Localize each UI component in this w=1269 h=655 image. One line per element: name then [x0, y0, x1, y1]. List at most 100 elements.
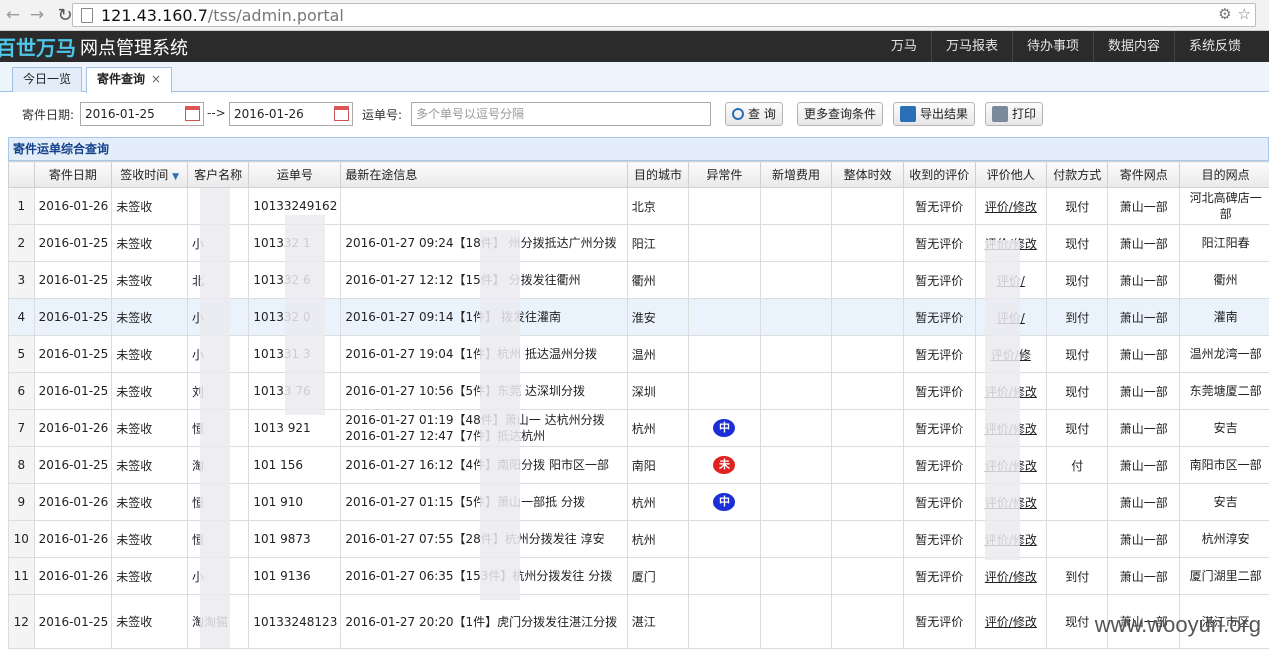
- table-row[interactable]: 7 2016-01-26 未签收恒 1013 921 2016-01-27 01:19【…: [8, 409, 1269, 447]
- date-label: 寄件日期:: [22, 108, 75, 122]
- cell-ship-date: 2016-01-26: [33, 520, 113, 558]
- more-conditions-button[interactable]: 更多查询条件: [797, 102, 884, 126]
- cell-extra-fee: [759, 261, 833, 299]
- export-button[interactable]: 导出结果: [893, 102, 976, 126]
- cell-timeliness: [831, 594, 904, 649]
- key-icon[interactable]: ⚙: [1218, 5, 1231, 23]
- col-sign-time[interactable]: 签收时间 ▼: [111, 161, 188, 188]
- cell-dest-city: 温州: [626, 335, 690, 373]
- table-row[interactable]: 3 2016-01-25 未签收北 101332 6 2016-01-27 12:12【…: [8, 261, 1269, 299]
- abnormal-badge[interactable]: 中: [713, 493, 736, 511]
- col-customer[interactable]: 客户名称: [186, 161, 250, 188]
- system-name: 网点管理系统: [80, 37, 188, 58]
- table-row[interactable]: 10 2016-01-26 未签收恒 101 9873 2016-01-27 07:55…: [8, 520, 1269, 558]
- abnormal-badge[interactable]: 未: [713, 456, 736, 474]
- col-payment[interactable]: 付款方式: [1046, 161, 1109, 188]
- print-button[interactable]: 打印: [985, 102, 1044, 126]
- menu-wanma-report[interactable]: 万马报表: [930, 31, 1012, 62]
- cell-sign-time: 未签收: [111, 187, 188, 225]
- print-icon: [992, 106, 1008, 122]
- cell-sign-time: 未签收: [111, 594, 188, 649]
- col-latest-info[interactable]: 最新在途信息: [340, 161, 628, 188]
- cell-sign-time: 未签收: [111, 446, 188, 484]
- cell-payment: 现付: [1046, 187, 1109, 225]
- forward-icon[interactable]: →: [26, 4, 48, 26]
- table-row[interactable]: 9 2016-01-26 未签收恒 101 910 2016-01-27 01:15【5…: [8, 483, 1269, 521]
- row-number: 9: [8, 483, 35, 521]
- menu-todo[interactable]: 待办事项: [1011, 31, 1093, 62]
- cell-to-site: 温州龙湾一部: [1179, 335, 1269, 373]
- menu-data[interactable]: 数据内容: [1092, 31, 1174, 62]
- cell-payment: 到付: [1046, 557, 1109, 595]
- table-row[interactable]: 122016-01-25未签收淘淘猫101332481232016-01-27 …: [8, 594, 1269, 649]
- address-bar[interactable]: 121.43.160.7/tss/admin.portal ⚙ ☆: [72, 3, 1256, 27]
- col-from-site[interactable]: 寄件网点: [1107, 161, 1181, 188]
- cell-ship-date: 2016-01-26: [33, 483, 113, 521]
- cell-sign-time: 未签收: [111, 224, 188, 262]
- eval-edit-link[interactable]: 评价/修改: [985, 615, 1037, 629]
- col-received-eval[interactable]: 收到的评价: [902, 161, 976, 188]
- date-from-input[interactable]: 2016-01-25: [80, 102, 204, 126]
- back-icon[interactable]: ←: [2, 4, 24, 26]
- tab-today[interactable]: 今日一览: [12, 67, 83, 92]
- cell-timeliness: [831, 298, 904, 336]
- menu-feedback[interactable]: 系统反馈: [1173, 31, 1255, 62]
- col-timeliness[interactable]: 整体时效: [831, 161, 904, 188]
- table-row[interactable]: 4 2016-01-25 未签收小 101332 0 2016-01-27 09:14【…: [8, 298, 1269, 336]
- table-row[interactable]: 11 2016-01-26 未签收小 101 9136 2016-01-27 06:35…: [8, 557, 1269, 595]
- page-icon: [81, 7, 93, 23]
- cell-eval-others[interactable]: 评价/修改: [974, 594, 1048, 649]
- col-ship-date[interactable]: 寄件日期: [33, 161, 113, 188]
- search-button[interactable]: 查 询: [725, 102, 783, 126]
- cell-received-eval: 暂无评价: [902, 594, 976, 649]
- cell-received-eval: 暂无评价: [902, 187, 976, 225]
- cell-eval-others[interactable]: 评价/修改: [974, 187, 1048, 225]
- table-row[interactable]: 6 2016-01-25 未签收刘 10133 76 2016-01-27 10:56【…: [8, 372, 1269, 410]
- star-icon[interactable]: ☆: [1238, 5, 1251, 23]
- cell-timeliness: [831, 446, 904, 484]
- cell-to-site: 衢州: [1179, 261, 1269, 299]
- col-to-site[interactable]: 目的网点: [1179, 161, 1269, 188]
- col-extra-fee[interactable]: 新增费用: [759, 161, 833, 188]
- eval-edit-link[interactable]: 评价/修改: [985, 570, 1037, 584]
- cell-abnormal: [688, 298, 761, 336]
- date-to-input[interactable]: 2016-01-26: [229, 102, 353, 126]
- abnormal-badge[interactable]: 中: [713, 419, 736, 437]
- row-number: 1: [8, 187, 35, 225]
- cell-dest-city: 衢州: [626, 261, 690, 299]
- panel-title: 寄件运单综合查询: [8, 137, 1269, 161]
- row-number: 12: [8, 594, 35, 649]
- tab-close-icon[interactable]: ×: [151, 72, 161, 86]
- cell-from-site: 萧山一部: [1107, 187, 1181, 225]
- date-to-value: 2016-01-26: [234, 107, 304, 121]
- more-conditions-label: 更多查询条件: [804, 107, 877, 121]
- calendar-icon[interactable]: [334, 106, 349, 121]
- col-abnormal[interactable]: 异常件: [688, 161, 761, 188]
- col-eval-others[interactable]: 评价他人: [974, 161, 1048, 188]
- cell-received-eval: 暂无评价: [902, 261, 976, 299]
- cell-from-site: 萧山一部: [1107, 261, 1181, 299]
- cell-from-site: 萧山一部: [1107, 557, 1181, 595]
- sort-desc-icon[interactable]: ▼: [172, 172, 179, 182]
- eval-edit-link[interactable]: 评价/修改: [985, 200, 1037, 214]
- url-path: /tss/admin.portal: [207, 5, 344, 25]
- date-range-arrow: -->: [207, 106, 226, 120]
- calendar-icon[interactable]: [185, 106, 200, 121]
- cell-eval-others[interactable]: 评价/修改: [974, 557, 1048, 595]
- waybill-label: 运单号:: [362, 108, 403, 122]
- table-row[interactable]: 5 2016-01-25 未签收小 101331 3 2016-01-27 19:04【…: [8, 335, 1269, 373]
- cell-sign-time: 未签收: [111, 261, 188, 299]
- cell-sign-time: 未签收: [111, 298, 188, 336]
- waybill-input[interactable]: 多个单号以逗号分隔: [411, 102, 711, 126]
- table-row[interactable]: 8 2016-01-25 未签收淘 101 156 2016-01-27 16:12【4…: [8, 446, 1269, 484]
- tab-shipment-query[interactable]: 寄件查询 ×: [86, 67, 173, 93]
- cell-timeliness: [831, 261, 904, 299]
- table-row[interactable]: 2 2016-01-25 未签收小 101332 1 2016-01-27 09:24【…: [8, 224, 1269, 262]
- cell-abnormal: [688, 187, 761, 225]
- col-dest-city[interactable]: 目的城市: [626, 161, 690, 188]
- menu-wanma[interactable]: 万马: [877, 31, 931, 62]
- cell-extra-fee: [759, 187, 833, 225]
- col-waybill[interactable]: 运单号: [248, 161, 342, 188]
- row-number: 6: [8, 372, 35, 410]
- table-row[interactable]: 1 2016-01-26 未签收 10133249162 北京 暂无评价 评价/修改 现付 萧山…: [8, 187, 1269, 225]
